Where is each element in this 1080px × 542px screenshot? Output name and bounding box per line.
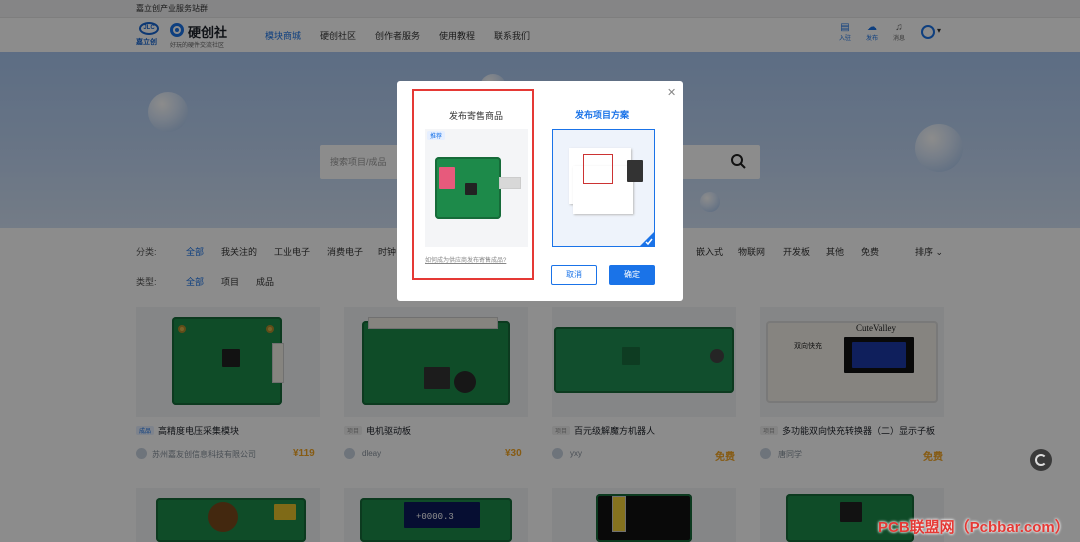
usb-plug: [499, 177, 521, 189]
floating-refresh-button[interactable]: [1030, 449, 1052, 471]
option-sell-title[interactable]: 发布寄售商品: [449, 109, 503, 122]
pcb-chip: [465, 183, 477, 195]
watermark: PCB联盟网（Pcbbar.com）: [878, 519, 1070, 536]
schematic-drawing: [583, 154, 613, 184]
publish-dialog: ✕ 发布寄售商品 推荐 如何成为供应商发布寄售成品? 发布项目方案 取消 确定: [397, 81, 683, 301]
option-project-title[interactable]: 发布项目方案: [575, 108, 629, 121]
pcb-dip-switch: [439, 167, 455, 189]
confirm-button[interactable]: 确定: [609, 265, 655, 285]
recommend-badge: 推荐: [427, 131, 446, 140]
refresh-icon: [1035, 454, 1047, 466]
option-project-card[interactable]: [552, 129, 655, 247]
close-icon[interactable]: ✕: [667, 86, 676, 99]
selected-check-icon: [640, 232, 654, 246]
supplier-help-link[interactable]: 如何成为供应商发布寄售成品?: [425, 255, 506, 264]
cancel-button[interactable]: 取消: [551, 265, 597, 285]
schematic-chip: [627, 160, 643, 182]
option-sell-card[interactable]: 推荐: [425, 129, 528, 247]
